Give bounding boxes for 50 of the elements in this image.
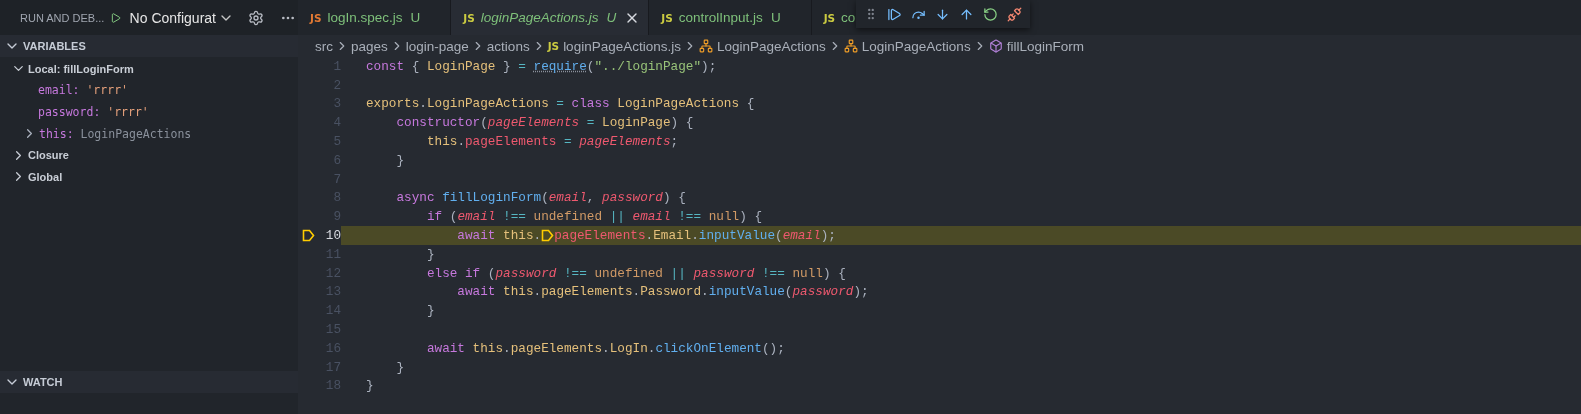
continue-icon[interactable] xyxy=(887,6,903,22)
code-text: } xyxy=(395,359,405,375)
class-icon xyxy=(843,39,858,53)
js-file-icon: JS xyxy=(310,11,322,24)
inline-stop-icon xyxy=(541,229,555,243)
breadcrumb-item[interactable]: login-page xyxy=(405,38,469,54)
editor-tab[interactable]: JS loginPageActions.js U xyxy=(451,0,650,35)
js-file-icon: JS xyxy=(823,11,836,24)
step-out-icon[interactable] xyxy=(959,6,975,22)
scope-item[interactable]: Local: fillLoginForm xyxy=(0,58,298,80)
code-text: if (email !== undefined || email !== null) { xyxy=(425,209,762,225)
code-text: } xyxy=(366,378,374,394)
panel-title: RUN AND DEB... xyxy=(20,11,105,24)
code-text: const { LoginPage } = require("../loginPage"); xyxy=(366,58,717,74)
breadcrumb-item[interactable]: LoginPageActions xyxy=(843,38,971,54)
restart-icon[interactable] xyxy=(983,6,999,22)
code-text: constructor(pageElements = LoginPage) { xyxy=(395,115,694,131)
line-number: 10 xyxy=(325,228,341,244)
code-text: pageElements.Email.inputValue(email); xyxy=(554,228,836,244)
step-into-icon[interactable] xyxy=(935,6,951,22)
scope-item[interactable]: Global xyxy=(0,165,298,188)
disconnect-icon[interactable] xyxy=(1007,6,1023,22)
variable-item[interactable]: password: 'rrrr' xyxy=(0,101,298,123)
code-text: async fillLoginForm(email, password) { xyxy=(395,190,686,206)
breadcrumb-item[interactable]: pages xyxy=(351,38,388,54)
code-text: } xyxy=(425,303,435,319)
breadcrumb-item[interactable]: fillLoginForm xyxy=(988,38,1084,54)
code-text: exports.LoginPageActions = class LoginPageActions { xyxy=(366,96,755,112)
code-text: await this.pageElements.Password.inputValue(password); xyxy=(456,284,869,300)
configuration-dropdown[interactable]: No Configurat xyxy=(129,9,234,26)
variables-header[interactable]: VARIABLES xyxy=(0,35,298,57)
code-text: await this.pageElements.LogIn.clickOnElement(); xyxy=(425,340,785,356)
variable-item[interactable]: this: LoginPageActions xyxy=(0,122,298,145)
js-file-icon: JS xyxy=(463,11,475,24)
code-text: } xyxy=(395,152,405,168)
breadcrumb-item[interactable]: src xyxy=(315,38,333,54)
js-file-icon: JS xyxy=(661,11,673,24)
code-text: await this. xyxy=(456,228,542,244)
code-text: this.pageElements = pageElements; xyxy=(425,134,679,150)
breadcrumb-item[interactable]: JS loginPageActions.js xyxy=(547,38,681,54)
watch-header[interactable]: WATCH xyxy=(0,371,298,393)
current-line-icon xyxy=(302,229,315,243)
code-text: } xyxy=(425,246,435,262)
code-text: else if (password !== undefined || password !== null) { xyxy=(425,265,846,281)
class-icon xyxy=(698,39,713,53)
scope-item[interactable]: Closure xyxy=(0,144,298,166)
breadcrumb-item[interactable]: actions xyxy=(486,38,530,54)
cube-icon xyxy=(988,39,1003,53)
variable-item[interactable]: email: 'rrrr' xyxy=(0,79,298,102)
breadcrumb-item[interactable]: LoginPageActions xyxy=(698,38,826,54)
